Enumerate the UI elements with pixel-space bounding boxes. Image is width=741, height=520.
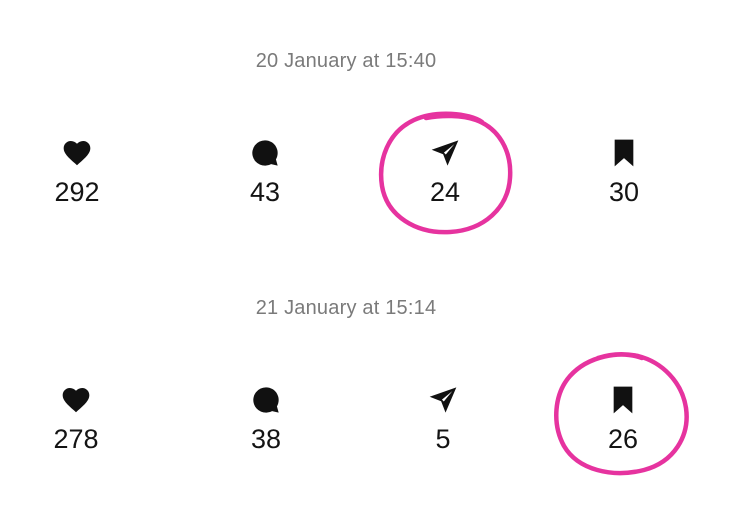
paper-plane-icon [431,140,459,166]
likes-stat: 292 [17,137,137,208]
comments-count: 38 [250,424,282,454]
comments-stat: 38 [206,384,326,455]
likes-count: 278 [53,424,99,454]
likes-count: 292 [54,177,100,207]
shares-stat: 24 [385,137,505,208]
post-insights-1: 20 January at 15:40 292 43 24 30 [0,0,741,250]
saves-stat: 30 [564,137,684,208]
heart-icon [63,141,91,166]
post-timestamp: 20 January at 15:40 [255,50,437,72]
comments-stat: 43 [205,137,325,208]
shares-count: 5 [435,424,451,454]
comment-bubble-icon [253,387,279,413]
saves-count: 30 [608,177,640,207]
bookmark-icon [614,139,634,167]
comments-count: 43 [249,177,281,207]
saves-count: 26 [607,424,639,454]
post-timestamp: 21 January at 15:14 [255,297,437,319]
saves-stat: 26 [563,384,683,455]
likes-stat: 278 [16,384,136,455]
shares-stat: 5 [383,384,503,455]
paper-plane-icon [429,387,457,413]
bookmark-icon [613,386,633,414]
shares-count: 24 [429,177,461,207]
heart-icon [62,388,90,413]
comment-bubble-icon [252,140,278,166]
post-insights-2: 21 January at 15:14 278 38 5 26 [0,247,741,497]
